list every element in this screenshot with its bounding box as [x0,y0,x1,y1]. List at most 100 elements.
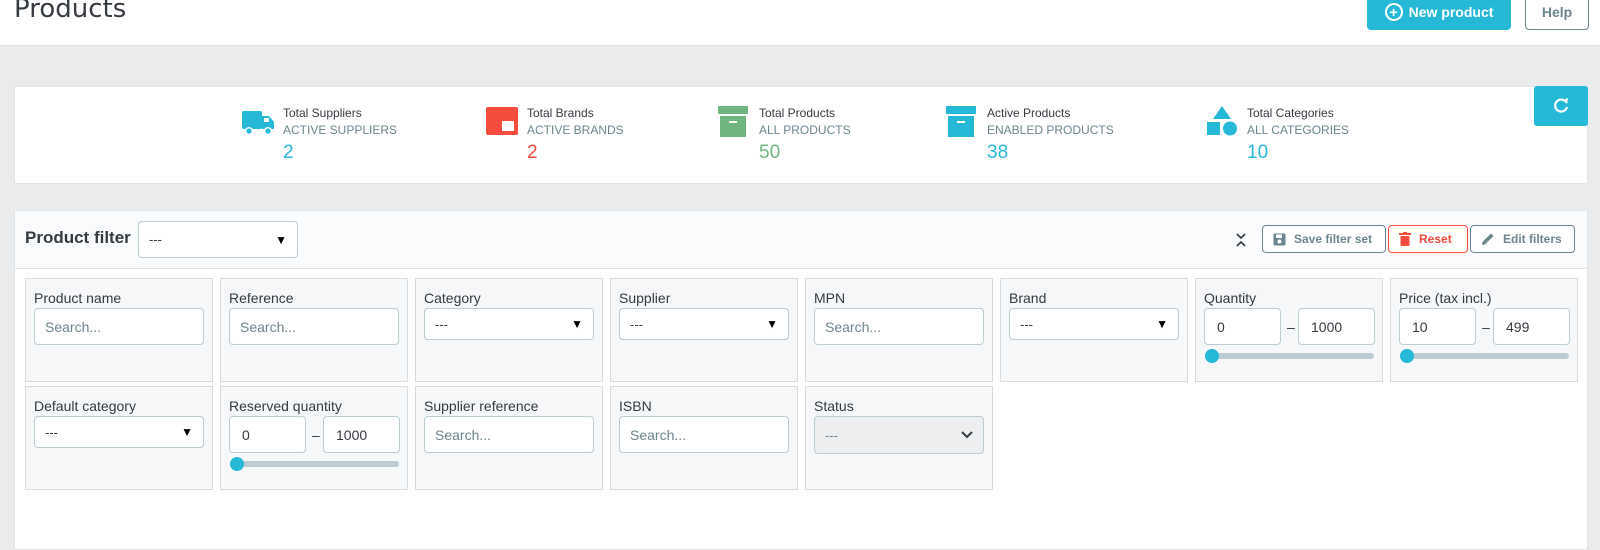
filter-label: ISBN [619,398,652,414]
kpi-total-products[interactable]: Total Products ALL PRODUCTS 50 [717,105,851,165]
status-select[interactable]: --- [814,416,984,454]
slider-handle[interactable] [230,457,244,471]
edit-filters-label: Edit filters [1503,232,1562,246]
save-filter-set-button[interactable]: Save filter set [1262,225,1386,253]
caret-down-icon: ▼ [766,317,778,331]
kpi-title: Active Products [987,106,1071,120]
isbn-input[interactable]: Search... [619,416,789,453]
archive-icon [718,106,748,137]
refresh-button[interactable] [1534,86,1588,126]
collapse-icon[interactable] [1233,231,1249,249]
filter-label: Status [814,398,854,414]
filter-reserved-quantity: Reserved quantity 0 – 1000 [220,386,408,490]
caret-down-icon: ▼ [1156,317,1168,331]
pencil-icon [1482,233,1494,245]
kpi-value: 10 [1247,142,1269,163]
mpn-input[interactable]: Search... [814,308,984,345]
filter-label: Reserved quantity [229,398,342,414]
quantity-min-input[interactable]: 0 [1204,308,1281,345]
truck-icon [242,111,274,135]
filter-label: MPN [814,290,846,306]
reserved-quantity-max-input[interactable]: 1000 [323,416,400,453]
filter-reference: Reference Search... [220,278,408,382]
kpi-value: 2 [283,142,294,163]
filter-status: Status --- [805,386,993,490]
kpi-subtitle: ALL PRODUCTS [759,123,851,137]
filter-mpn: MPN Search... [805,278,993,382]
save-filter-set-label: Save filter set [1294,232,1373,246]
brand-select[interactable]: --- ▼ [1009,308,1179,340]
save-icon [1273,233,1286,245]
kpi-subtitle: ALL CATEGORIES [1247,123,1350,137]
range-separator: – [312,427,320,443]
range-separator: – [1287,319,1295,335]
price-slider[interactable] [1400,349,1569,363]
reference-input[interactable]: Search... [229,308,399,345]
page-header: Products + New product Help [0,0,1600,46]
kpi-title: Total Products [759,106,836,120]
add-circle-icon: + [1384,3,1403,21]
kpi-subtitle: ACTIVE SUPPLIERS [283,123,398,137]
slider-handle[interactable] [1205,349,1219,363]
brand-value: --- [1020,316,1033,332]
filter-label: Supplier reference [424,398,539,414]
kpi-value: 50 [759,142,781,163]
price-min-input[interactable]: 10 [1399,308,1476,345]
edit-filters-button[interactable]: Edit filters [1470,225,1575,253]
filter-header: Product filter --- ▼ Save filter set Res… [15,211,1587,269]
new-product-label: New product [1408,4,1494,20]
caret-down-icon: ▼ [571,317,583,331]
filter-product-name: Product name Search... [25,278,213,382]
help-button[interactable]: Help [1525,0,1589,30]
kpi-total-suppliers[interactable]: Total Suppliers ACTIVE SUPPLIERS 2 [241,105,397,165]
supplier-select[interactable]: --- ▼ [619,308,789,340]
filter-isbn: ISBN Search... [610,386,798,490]
archive-icon [946,106,976,137]
slider-handle[interactable] [1400,349,1414,363]
filter-label: Category [424,290,481,306]
kpi-total-brands[interactable]: Total Brands ACTIVE BRANDS 2 [485,105,624,165]
range-separator: – [1482,319,1490,335]
supplier-value: --- [630,316,643,332]
new-product-button[interactable]: + New product [1367,0,1511,30]
quantity-slider[interactable] [1205,349,1374,363]
chevron-down-icon [961,431,973,439]
reset-button[interactable]: Reset [1388,225,1468,253]
supplier-reference-input[interactable]: Search... [424,416,594,453]
filter-label: Reference [229,290,294,306]
kpi-value: 38 [987,142,1009,163]
status-value: --- [825,427,838,443]
kpi-total-categories[interactable]: Total Categories ALL CATEGORIES 10 [1205,105,1349,165]
filter-set-select[interactable]: --- ▼ [138,221,298,258]
trash-icon [1399,232,1411,246]
reset-label: Reset [1419,232,1452,246]
product-filter-panel: Product filter --- ▼ Save filter set Res… [14,210,1588,550]
kpi-title: Total Brands [527,106,594,120]
filter-supplier-reference: Supplier reference Search... [415,386,603,490]
filter-supplier: Supplier --- ▼ [610,278,798,382]
kpi-value: 2 [527,142,538,163]
filter-label: Supplier [619,290,671,306]
refresh-icon [1554,98,1569,113]
kpi-title: Total Categories [1247,106,1334,120]
brand-icon [486,107,518,135]
reserved-quantity-slider[interactable] [230,457,399,471]
product-name-input[interactable]: Search... [34,308,204,345]
default-category-select[interactable]: --- ▼ [34,416,204,448]
shapes-icon [1207,106,1237,136]
page-title: Products [14,0,127,24]
filter-default-category: Default category --- ▼ [25,386,213,490]
filter-title: Product filter [25,228,131,247]
quantity-max-input[interactable]: 1000 [1298,308,1375,345]
kpi-active-products[interactable]: Active Products ENABLED PRODUCTS 38 [945,105,1114,165]
filter-quantity: Quantity 0 – 1000 [1195,278,1383,382]
default-category-value: --- [45,424,58,440]
filter-label: Price (tax incl.) [1399,290,1492,306]
category-value: --- [435,316,448,332]
caret-down-icon: ▼ [181,425,193,439]
reserved-quantity-min-input[interactable]: 0 [229,416,306,453]
category-select[interactable]: --- ▼ [424,308,594,340]
filter-label: Brand [1009,290,1047,306]
filter-set-value: --- [149,232,162,247]
price-max-input[interactable]: 499 [1493,308,1570,345]
